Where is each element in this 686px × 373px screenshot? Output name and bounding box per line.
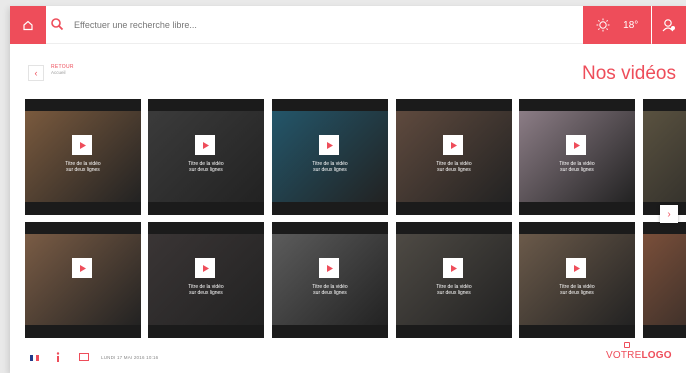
video-caption-line-1: Titre de la vidéo bbox=[436, 284, 472, 290]
video-thumbnail bbox=[396, 111, 512, 202]
video-caption-line-2: sur deux lignes bbox=[66, 167, 100, 174]
home-button[interactable] bbox=[10, 6, 46, 44]
language-flag-icon[interactable] bbox=[30, 355, 39, 361]
video-caption: Titre de la vidéo sur deux lignes bbox=[396, 161, 512, 174]
play-icon[interactable] bbox=[443, 258, 463, 278]
search-bar bbox=[50, 6, 580, 44]
video-caption: Titre de la vidéo sur deux lignes bbox=[25, 161, 141, 174]
video-caption-line-2: sur deux lignes bbox=[437, 167, 471, 174]
video-caption-line-1: Titre de la vidéo bbox=[65, 161, 101, 167]
search-input[interactable] bbox=[74, 20, 554, 30]
play-icon[interactable] bbox=[566, 135, 586, 155]
video-caption-line-1: Titre de la vidéo bbox=[312, 161, 348, 167]
play-icon[interactable] bbox=[443, 135, 463, 155]
video-tile[interactable]: Titre de la vidéo sur deux lignes bbox=[519, 222, 635, 338]
user-button[interactable] bbox=[652, 6, 686, 44]
play-icon[interactable] bbox=[319, 135, 339, 155]
video-caption bbox=[643, 161, 686, 167]
video-caption-line-2: sur deux lignes bbox=[313, 167, 347, 174]
video-caption-line-1: Titre de la vidéo bbox=[559, 284, 595, 290]
back-sublabel: Accueil bbox=[51, 70, 66, 75]
next-page-button[interactable]: › bbox=[660, 205, 678, 223]
video-thumbnail bbox=[272, 111, 388, 202]
video-caption-line-2: sur deux lignes bbox=[189, 290, 223, 297]
video-tile[interactable] bbox=[25, 222, 141, 338]
video-caption: Titre de la vidéo sur deux lignes bbox=[519, 161, 635, 174]
chevron-right-icon: › bbox=[667, 208, 671, 220]
video-caption bbox=[643, 284, 686, 290]
video-tile[interactable] bbox=[643, 222, 686, 338]
video-caption: Titre de la vidéo sur deux lignes bbox=[272, 161, 388, 174]
video-caption: Titre de la vidéo sur deux lignes bbox=[148, 284, 264, 297]
video-thumbnail bbox=[25, 111, 141, 202]
video-caption-line-1: Titre de la vidéo bbox=[436, 161, 472, 167]
video-caption-line-2: sur deux lignes bbox=[560, 167, 594, 174]
play-icon[interactable] bbox=[195, 135, 215, 155]
video-tile[interactable]: Titre de la vidéo sur deux lignes bbox=[148, 222, 264, 338]
video-thumbnail bbox=[148, 111, 264, 202]
logo-part-2: LOGO bbox=[641, 350, 672, 361]
video-caption-line-1: Titre de la vidéo bbox=[188, 161, 224, 167]
video-caption: Titre de la vidéo sur deux lignes bbox=[396, 284, 512, 297]
logo-part-1: VOTRE bbox=[606, 350, 642, 361]
logo: VOTRELOGO bbox=[606, 350, 672, 361]
page-title: Nos vidéos bbox=[582, 63, 676, 84]
video-tile[interactable]: Titre de la vidéo sur deux lignes bbox=[396, 222, 512, 338]
video-tile[interactable]: Titre de la vidéo sur deux lignes bbox=[148, 99, 264, 215]
search-icon[interactable] bbox=[50, 17, 66, 33]
video-caption-line-2: sur deux lignes bbox=[560, 290, 594, 297]
video-caption: Titre de la vidéo sur deux lignes bbox=[272, 284, 388, 297]
video-caption-line-2: sur deux lignes bbox=[313, 290, 347, 297]
play-icon[interactable] bbox=[195, 258, 215, 278]
video-caption: Titre de la vidéo sur deux lignes bbox=[148, 161, 264, 174]
video-thumbnail bbox=[25, 234, 141, 325]
video-caption bbox=[25, 284, 141, 290]
play-icon[interactable] bbox=[72, 258, 92, 278]
back-link[interactable]: RETOUR Accueil bbox=[51, 65, 74, 76]
video-thumbnail bbox=[396, 234, 512, 325]
user-icon bbox=[662, 19, 675, 32]
chevron-left-icon: ‹ bbox=[34, 68, 38, 78]
video-thumbnail bbox=[643, 111, 686, 202]
weather-temperature: 18° bbox=[623, 19, 639, 31]
video-tile[interactable]: Titre de la vidéo sur deux lignes bbox=[272, 222, 388, 338]
video-thumbnail bbox=[519, 234, 635, 325]
home-icon bbox=[23, 20, 33, 31]
mail-icon[interactable] bbox=[79, 353, 89, 361]
video-caption-line-1: Titre de la vidéo bbox=[312, 284, 348, 290]
video-caption-line-2: sur deux lignes bbox=[189, 167, 223, 174]
video-thumbnail bbox=[643, 234, 686, 325]
play-icon[interactable] bbox=[319, 258, 339, 278]
sun-icon bbox=[596, 18, 610, 32]
video-tile[interactable]: Titre de la vidéo sur deux lignes bbox=[272, 99, 388, 215]
video-caption-line-1: Titre de la vidéo bbox=[559, 161, 595, 167]
weather-widget[interactable]: 18° bbox=[583, 6, 651, 44]
back-button[interactable]: ‹ bbox=[28, 65, 44, 81]
app-screen: 18° ‹ RETOUR Accueil Nos vidéos Titre de… bbox=[10, 6, 686, 373]
play-icon[interactable] bbox=[72, 135, 92, 155]
video-thumbnail bbox=[519, 111, 635, 202]
video-caption-line-1: Titre de la vidéo bbox=[188, 284, 224, 290]
play-icon[interactable] bbox=[566, 258, 586, 278]
info-icon[interactable] bbox=[54, 352, 62, 363]
top-bar: 18° bbox=[10, 6, 686, 44]
video-tile[interactable]: Titre de la vidéo sur deux lignes bbox=[25, 99, 141, 215]
video-tile[interactable]: Titre de la vidéo sur deux lignes bbox=[396, 99, 512, 215]
logo-mark-icon bbox=[624, 342, 630, 348]
video-thumbnail bbox=[148, 234, 264, 325]
video-tile[interactable]: Titre de la vidéo sur deux lignes bbox=[519, 99, 635, 215]
video-caption-line-2: sur deux lignes bbox=[437, 290, 471, 297]
video-caption: Titre de la vidéo sur deux lignes bbox=[519, 284, 635, 297]
footer-date: LUNDI 17 MAI 2016 10:16 bbox=[101, 355, 159, 360]
video-thumbnail bbox=[272, 234, 388, 325]
video-tile[interactable] bbox=[643, 99, 686, 215]
